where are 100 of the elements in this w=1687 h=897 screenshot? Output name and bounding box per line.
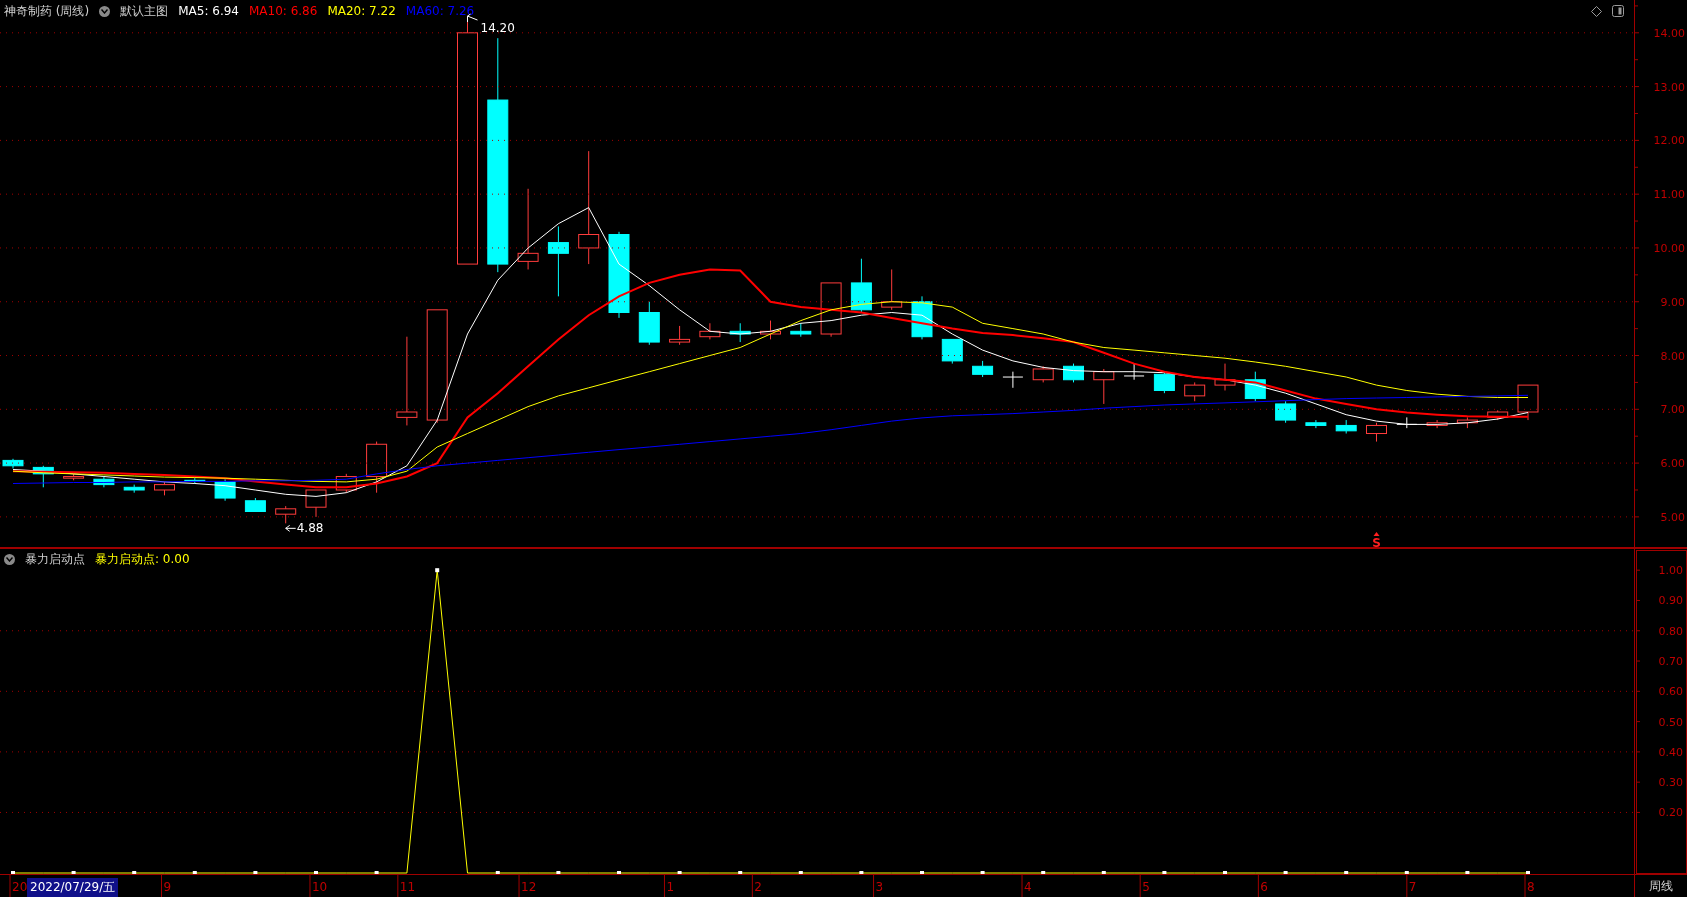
chevron-icon[interactable]	[99, 5, 111, 17]
candlestick	[93, 476, 115, 488]
axis-label: 14.00	[1653, 26, 1685, 40]
candlestick	[729, 322, 751, 343]
data-point	[920, 871, 924, 874]
candlestick	[1517, 384, 1539, 421]
axis-label: 2	[754, 880, 762, 894]
candlestick	[1426, 419, 1448, 429]
axis-label: 10	[311, 880, 328, 894]
indicator-readout: 暴力启动点: 0.00	[95, 550, 190, 568]
data-point	[1101, 871, 1106, 874]
data-point	[738, 871, 743, 874]
cursor-date-label: 2022/07/29/五	[27, 878, 119, 897]
data-point	[253, 871, 258, 874]
ma-readout: MA60: 7.26	[405, 4, 475, 18]
candlestick	[1244, 371, 1266, 402]
axis-label: 0.60	[1658, 685, 1683, 699]
leader-line	[285, 524, 297, 532]
candlestick	[1093, 368, 1115, 405]
candlestick	[1335, 419, 1357, 434]
axis-label: 0.20	[1658, 806, 1683, 820]
candlestick	[154, 481, 175, 496]
arrow-icon	[1373, 532, 1380, 536]
chart-title: 神奇制药 (周线)	[4, 2, 90, 20]
candlestick	[1275, 400, 1297, 424]
axis-label: 4	[1024, 880, 1032, 894]
axis-label: 6.00	[1660, 457, 1685, 471]
candlestick	[123, 484, 145, 494]
candlestick	[1063, 363, 1084, 383]
candlestick	[850, 258, 872, 313]
axis-label: 20	[12, 880, 28, 894]
data-point	[1041, 871, 1046, 874]
data-point	[1344, 871, 1349, 874]
chevron-icon[interactable]	[4, 553, 15, 565]
axis-label: 11.00	[1653, 188, 1685, 202]
candlestick	[547, 225, 569, 297]
axis-label: 0.90	[1658, 594, 1683, 608]
candlestick	[63, 473, 85, 481]
axis-label: 5	[1142, 880, 1150, 894]
candlestick	[244, 497, 266, 512]
data-point	[617, 871, 621, 874]
candlestick	[790, 322, 812, 338]
axis-label: 11	[399, 880, 416, 894]
candlestick	[366, 441, 388, 494]
leader-line	[467, 13, 478, 23]
candlestick	[1123, 363, 1145, 381]
axis-label: 9	[163, 880, 172, 894]
price-annotation: 4.88	[296, 521, 324, 536]
candlestick	[1214, 363, 1236, 391]
candlestick	[1456, 416, 1478, 429]
candlestick	[214, 478, 236, 502]
data-point	[435, 568, 440, 573]
data-point	[192, 871, 197, 874]
period-label[interactable]: 周线	[1634, 875, 1687, 897]
diamond-icon[interactable]	[1591, 5, 1602, 17]
axis-label: 1.00	[1658, 564, 1683, 578]
ma-readout: MA10: 6.86	[248, 4, 318, 18]
axis-label: 0.80	[1658, 624, 1683, 638]
axis-label: 0.40	[1658, 745, 1683, 759]
candlestick	[275, 505, 297, 524]
data-point	[314, 871, 318, 874]
data-point	[71, 871, 76, 874]
candlestick	[32, 465, 54, 488]
candlestick	[1002, 371, 1024, 389]
candlestick	[1184, 381, 1206, 402]
axis-label: 7.00	[1660, 403, 1685, 417]
data-point	[11, 871, 15, 874]
axis-label: 7	[1408, 880, 1417, 894]
axis-label: 0.70	[1658, 655, 1683, 669]
data-point	[556, 871, 561, 874]
axis-label: 5.00	[1660, 510, 1685, 524]
candlestick	[881, 268, 903, 311]
candlestick	[638, 301, 660, 346]
data-point	[677, 871, 682, 874]
ma-readout: MA5: 6.94	[178, 4, 239, 18]
data-point	[1465, 871, 1470, 874]
axis-label: 13.00	[1653, 80, 1685, 94]
candlestick	[1366, 422, 1387, 443]
axis-label: 10.00	[1653, 241, 1685, 255]
candlestick	[972, 360, 994, 378]
candlestick	[699, 322, 721, 340]
axis-label: 3	[875, 880, 884, 894]
candlestick	[820, 282, 842, 338]
price-annotation: 14.20	[480, 21, 515, 36]
data-point	[1162, 871, 1167, 874]
signal-marker: S	[1372, 536, 1381, 547]
axis-label: 0.30	[1658, 776, 1683, 790]
data-point	[1526, 871, 1530, 874]
data-point	[798, 871, 803, 874]
data-point	[1283, 871, 1288, 874]
axis-label: 6	[1260, 880, 1268, 894]
candlestick	[2, 458, 24, 469]
candlestick	[1032, 365, 1054, 383]
axis-label: 12	[521, 880, 537, 894]
template-name[interactable]: 默认主图	[120, 2, 169, 20]
axis-label: 0.50	[1658, 715, 1683, 729]
axis-label: 12.00	[1653, 134, 1685, 148]
candlestick	[1153, 371, 1175, 394]
panel-toggle-icon[interactable]	[1612, 5, 1624, 17]
candlestick	[760, 320, 781, 340]
